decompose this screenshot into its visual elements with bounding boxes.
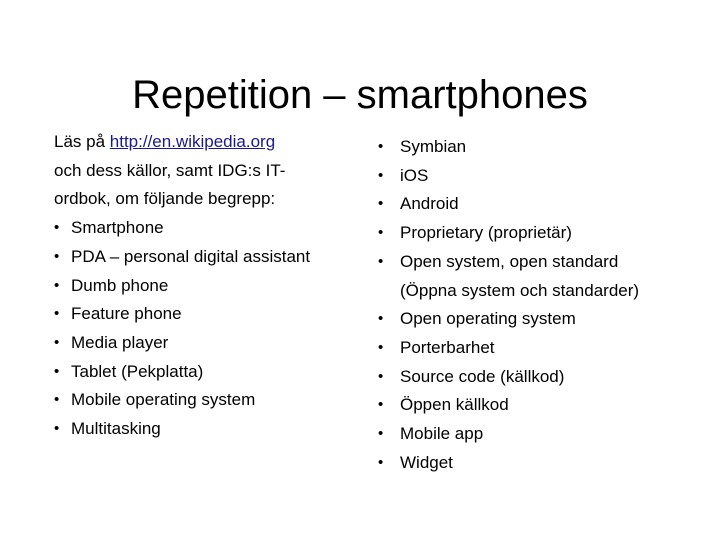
list-item-label: Android xyxy=(400,194,459,214)
list-item: • Symbian xyxy=(378,133,678,162)
list-item-label: Feature phone xyxy=(71,304,182,324)
intro-line-1: Läs på http://en.wikipedia.org xyxy=(54,128,354,157)
list-item: • Proprietary (proprietär) xyxy=(378,219,678,248)
wikipedia-link[interactable]: http://en.wikipedia.org xyxy=(110,132,275,151)
bullet-icon: • xyxy=(378,425,384,443)
list-item: • Dumb phone xyxy=(54,272,354,301)
bullet-icon: • xyxy=(378,396,384,414)
bullet-icon: • xyxy=(378,195,384,213)
list-item: • Open operating system xyxy=(378,305,678,334)
list-item-label: Open system, open standard xyxy=(400,251,619,271)
left-column: Läs på http://en.wikipedia.org och dess … xyxy=(54,128,354,444)
slide-title: Repetition – smartphones xyxy=(132,72,588,117)
bullet-icon: • xyxy=(54,391,60,409)
list-item: • Widget xyxy=(378,449,678,478)
left-bullet-list: • Smartphone • PDA – personal digital assi… xyxy=(54,214,354,444)
list-item: • Feature phone xyxy=(54,300,354,329)
list-item: • Mobile app xyxy=(378,420,678,449)
list-item: • Tablet (Pekplatta) xyxy=(54,358,354,387)
list-item-label: Mobile app xyxy=(400,424,484,444)
list-item-label: Öppen källkod xyxy=(400,395,509,415)
bullet-icon: • xyxy=(54,333,60,351)
list-item-label: Smartphone xyxy=(71,218,164,238)
bullet-icon: • xyxy=(378,138,384,155)
bullet-icon: • xyxy=(54,247,60,265)
list-item-label: Source code (källkod) xyxy=(400,366,565,386)
bullet-icon: • xyxy=(378,310,384,328)
bullet-icon: • xyxy=(54,362,60,380)
list-item-label: Widget xyxy=(400,452,453,472)
bullet-icon: • xyxy=(378,453,384,471)
list-item-label-continuation: (Öppna system och standarder) xyxy=(400,280,640,300)
list-item-label: Tablet (Pekplatta) xyxy=(71,361,204,381)
list-item-label: Symbian xyxy=(400,137,467,156)
right-column: • Symbian • iOS • Android • Proprietary (pro… xyxy=(378,133,678,477)
list-item: • iOS xyxy=(378,162,678,191)
list-item: • Öppen källkod xyxy=(378,391,678,420)
list-item: • Mobile operating system xyxy=(54,386,354,415)
list-item: • Source code (källkod) xyxy=(378,363,678,392)
intro-prefix: Läs på xyxy=(54,132,110,151)
list-item-label: iOS xyxy=(400,165,429,185)
bullet-icon: • xyxy=(378,252,384,270)
list-item: • Multitasking xyxy=(54,415,354,444)
bullet-icon: • xyxy=(378,166,384,184)
bullet-icon: • xyxy=(54,276,60,294)
list-item-label: Multitasking xyxy=(71,419,161,439)
list-item: • Android xyxy=(378,190,678,219)
bullet-icon: • xyxy=(54,420,60,438)
intro-line-2: och dess källor, samt IDG:s IT- xyxy=(54,160,286,180)
bullet-icon: • xyxy=(378,367,384,385)
list-item: • Media player xyxy=(54,329,354,358)
list-item-label: Dumb phone xyxy=(71,275,169,295)
list-item-label: Open operating system xyxy=(400,309,576,329)
list-item: • PDA – personal digital assistant xyxy=(54,243,354,272)
bullet-icon: • xyxy=(54,305,60,323)
list-item-label: Mobile operating system xyxy=(71,390,256,410)
right-bullet-list: • Symbian • iOS • Android • Proprietary (pro… xyxy=(378,133,678,477)
list-item-label: Proprietary (proprietär) xyxy=(400,223,572,243)
list-item-label: Porterbarhet xyxy=(400,337,495,357)
list-item: • Smartphone xyxy=(54,214,354,243)
bullet-icon: • xyxy=(378,338,384,356)
list-item: • Porterbarhet xyxy=(378,334,678,363)
intro-line-3: ordbok, om följande begrepp: xyxy=(54,189,276,209)
list-item: • Open system, open standard (Öppna system… xyxy=(378,248,678,305)
list-item-label: PDA – personal digital assistant xyxy=(71,246,311,266)
bullet-icon: • xyxy=(54,219,60,237)
bullet-icon: • xyxy=(378,224,384,242)
list-item-label: Media player xyxy=(71,332,169,352)
